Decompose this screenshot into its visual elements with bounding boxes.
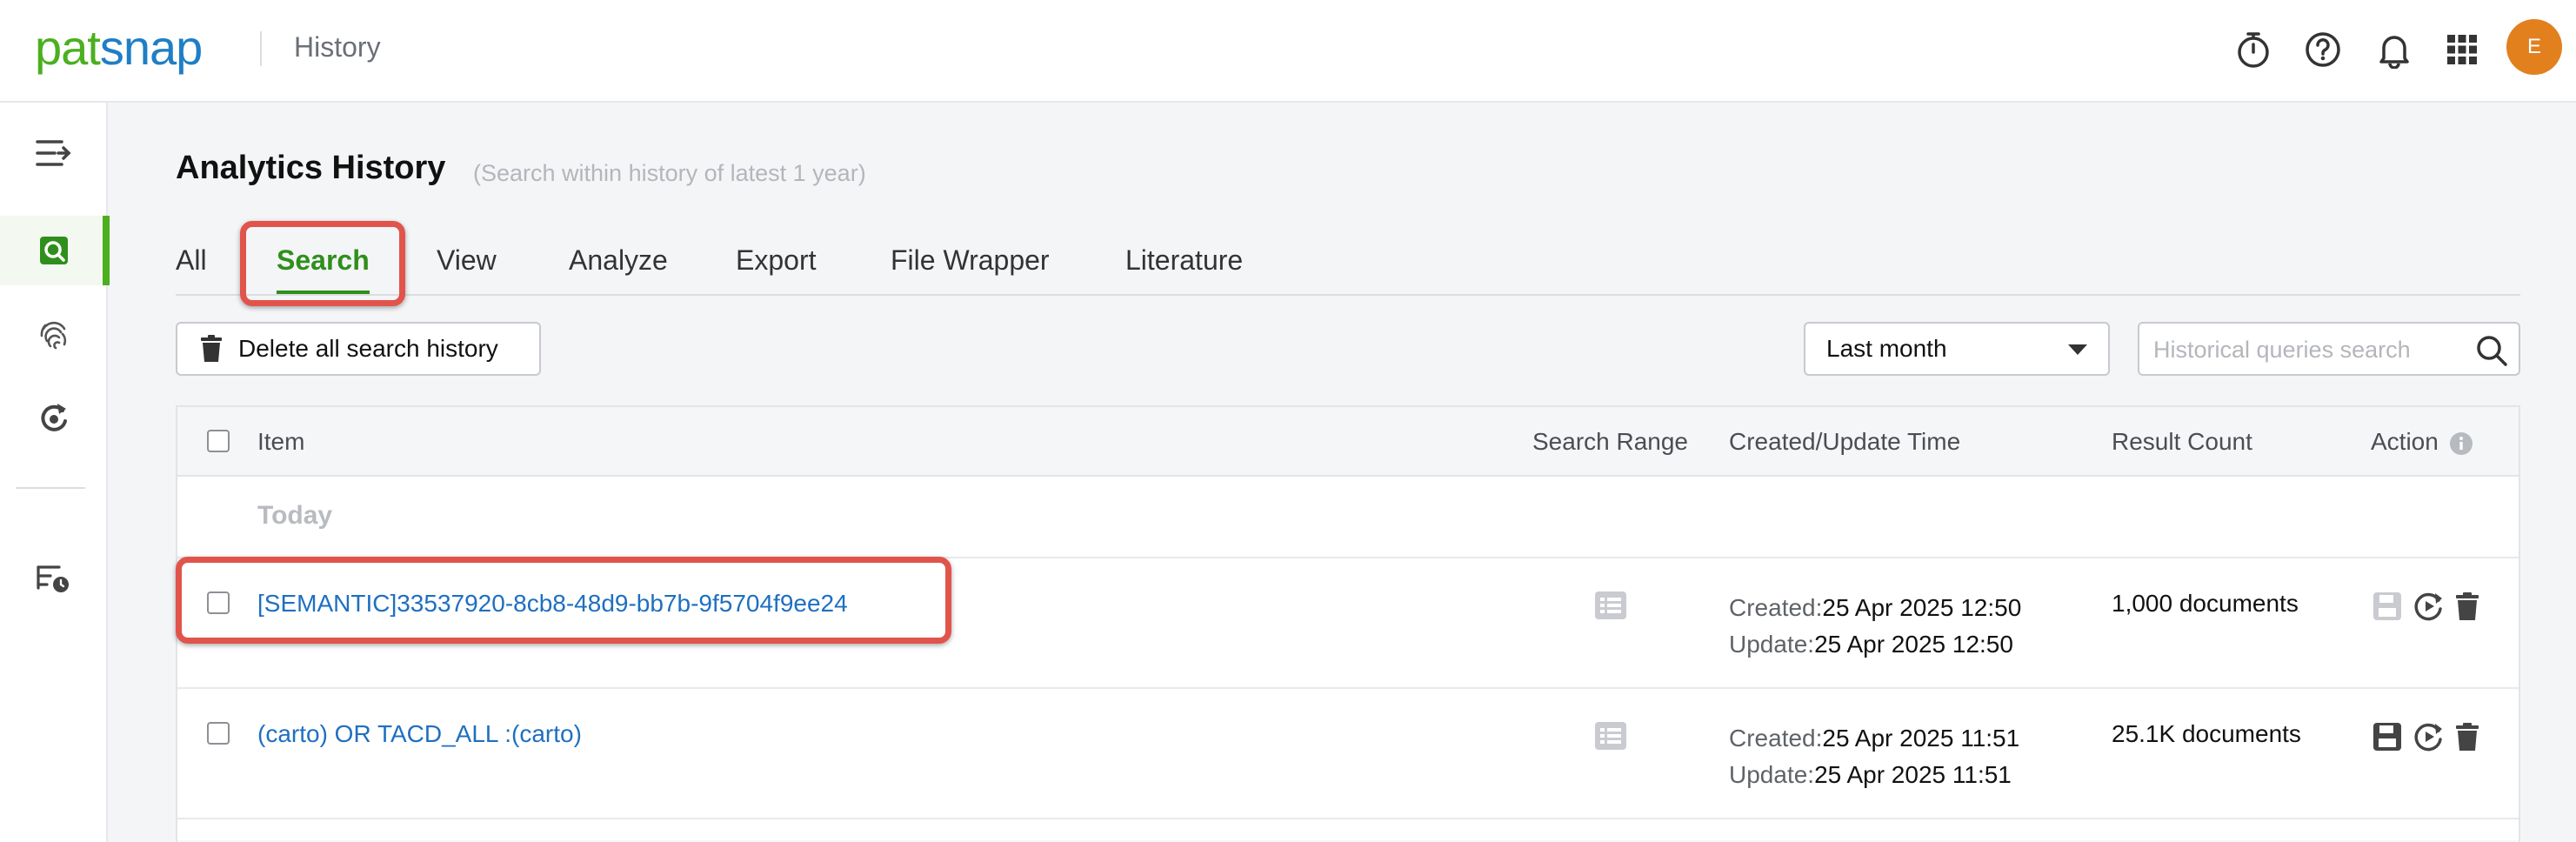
created-value: 25 Apr 2025 12:50 bbox=[1822, 594, 2021, 621]
header-divider bbox=[260, 31, 262, 66]
menu-collapse-icon[interactable] bbox=[0, 118, 108, 188]
col-action-label: Action bbox=[2371, 428, 2439, 455]
scheduled-history-icon[interactable] bbox=[0, 543, 108, 612]
trash-icon[interactable] bbox=[2454, 722, 2480, 752]
row-time: Created:25 Apr 2025 12:50 Update:25 Apr … bbox=[1729, 590, 2021, 663]
created-key: Created: bbox=[1729, 725, 1822, 752]
rail-separator bbox=[16, 487, 85, 489]
caret-down-icon bbox=[2068, 344, 2087, 355]
highlight-first-row-item bbox=[176, 557, 951, 644]
save-icon[interactable] bbox=[2372, 591, 2404, 621]
col-result-count: Result Count bbox=[2112, 428, 2252, 456]
update-value: 25 Apr 2025 12:50 bbox=[1814, 631, 2013, 658]
fingerprint-icon[interactable] bbox=[0, 299, 108, 369]
search-history-icon bbox=[37, 233, 71, 268]
history-tabs: All Search View Analyze Export File Wrap… bbox=[176, 242, 2520, 296]
row-checkbox[interactable] bbox=[207, 722, 230, 745]
top-bar: patsnap History E bbox=[0, 0, 2576, 103]
patsnap-logo[interactable]: patsnap bbox=[35, 19, 202, 76]
delete-all-history-button[interactable]: Delete all search history bbox=[176, 322, 541, 376]
rerun-icon[interactable] bbox=[2412, 591, 2446, 621]
save-icon[interactable] bbox=[2372, 722, 2404, 752]
row-result-count: 25.1K documents bbox=[2112, 720, 2301, 748]
row-update-line: Update:25 Apr 2025 11:51 bbox=[1729, 757, 2019, 793]
update-key: Update: bbox=[1729, 761, 1814, 788]
rail-search-history[interactable] bbox=[0, 216, 108, 285]
row-update-line: Update:25 Apr 2025 12:50 bbox=[1729, 626, 2021, 663]
page-breadcrumb: History bbox=[294, 31, 381, 63]
created-value: 25 Apr 2025 11:51 bbox=[1822, 725, 2019, 752]
page-subtitle: (Search within history of latest 1 year) bbox=[473, 160, 866, 187]
col-search-range: Search Range bbox=[1532, 428, 1688, 456]
row-created-line: Created:25 Apr 2025 12:50 bbox=[1729, 590, 2021, 626]
trash-icon bbox=[200, 335, 223, 363]
update-key: Update: bbox=[1729, 631, 1814, 658]
refresh-icon[interactable] bbox=[0, 383, 108, 452]
row-actions bbox=[2372, 722, 2480, 752]
table-row: (carto) OR TACD_ALL :(carto) Created:25 … bbox=[177, 689, 2519, 819]
rerun-icon[interactable] bbox=[2412, 722, 2446, 752]
list-icon[interactable] bbox=[1595, 591, 1626, 624]
group-today: Today bbox=[177, 477, 2519, 558]
history-search-input[interactable] bbox=[2153, 334, 2466, 365]
info-icon[interactable] bbox=[2449, 431, 2473, 456]
tab-export[interactable]: Export bbox=[736, 242, 816, 294]
tab-literature[interactable]: Literature bbox=[1125, 242, 1243, 294]
table-header: Item Search Range Created/Update Time Re… bbox=[177, 407, 2519, 477]
tab-file-wrapper[interactable]: File Wrapper bbox=[891, 242, 1050, 294]
created-key: Created: bbox=[1729, 594, 1822, 621]
row-time: Created:25 Apr 2025 11:51 Update:25 Apr … bbox=[1729, 720, 2019, 793]
update-value: 25 Apr 2025 11:51 bbox=[1814, 761, 2012, 788]
search-icon[interactable] bbox=[2475, 334, 2508, 371]
time-range-select[interactable]: Last month bbox=[1804, 322, 2110, 376]
row-actions bbox=[2372, 591, 2480, 621]
tab-all[interactable]: All bbox=[176, 242, 207, 294]
bell-icon[interactable] bbox=[2374, 30, 2414, 70]
logo-text-snap: snap bbox=[100, 20, 202, 75]
col-time: Created/Update Time bbox=[1729, 428, 1960, 456]
page-title: Analytics History bbox=[176, 150, 445, 187]
row-item-link[interactable]: (carto) OR TACD_ALL :(carto) bbox=[257, 720, 582, 748]
logo-text-pat: pat bbox=[35, 20, 100, 75]
main-content: Analytics History (Search within history… bbox=[108, 103, 2576, 842]
col-item: Item bbox=[257, 428, 304, 456]
tab-view[interactable]: View bbox=[437, 242, 497, 294]
stopwatch-icon[interactable] bbox=[2233, 30, 2273, 70]
select-all-checkbox[interactable] bbox=[207, 430, 230, 452]
trash-icon[interactable] bbox=[2454, 591, 2480, 621]
group-label: Today bbox=[257, 501, 332, 531]
time-range-value: Last month bbox=[1826, 335, 1947, 363]
history-search-box bbox=[2138, 322, 2520, 376]
row-created-line: Created:25 Apr 2025 11:51 bbox=[1729, 720, 2019, 757]
tab-analyze[interactable]: Analyze bbox=[569, 242, 668, 294]
highlight-search-tab bbox=[240, 221, 405, 306]
list-icon[interactable] bbox=[1595, 722, 1626, 754]
col-action: Action bbox=[2371, 428, 2473, 456]
left-rail bbox=[0, 103, 108, 842]
delete-all-label: Delete all search history bbox=[238, 335, 498, 363]
grid-apps-icon[interactable] bbox=[2442, 30, 2482, 70]
help-circle-icon[interactable] bbox=[2303, 30, 2343, 70]
user-avatar[interactable]: E bbox=[2506, 19, 2562, 75]
row-result-count: 1,000 documents bbox=[2112, 590, 2299, 618]
